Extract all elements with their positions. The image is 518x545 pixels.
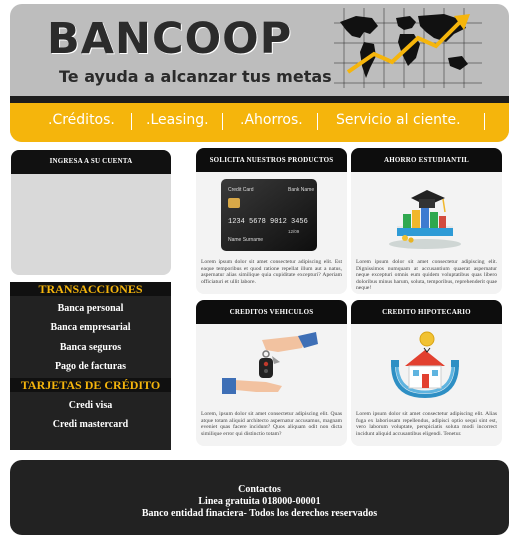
nav-separator [484,113,485,130]
nav-separator [317,113,318,130]
credit-card-icon: Credit Card Bank Name 1234 5678 9012 345… [221,179,317,251]
svg-text:1234 5678 9012 3456: 1234 5678 9012 3456 [228,218,308,226]
svg-text:12/09: 12/09 [288,229,300,234]
nav-item-leasing[interactable]: .Leasing. [146,112,209,128]
brand-logo-text[interactable]: BANCOOP [47,14,292,64]
menu-item-banca-seguros[interactable]: Banca seguros [10,342,171,353]
nav-item-ahorros[interactable]: .Ahorros. [240,112,303,128]
card-title: SOLICITA NUESTROS PRODUCTOS [196,148,347,172]
nav-separator [131,113,132,130]
menu-item-credi-mastercard[interactable]: Credi mastercard [10,419,171,430]
brand-slogan: Te ayuda a alcanzar tus metas [59,67,332,86]
card-description: Lorem ipsum dolor sit amet consectetur a… [356,411,497,437]
nav-item-creditos[interactable]: .Créditos. [48,112,115,128]
menu-title-tarjetas: TARJETAS DE CRÉDITO [10,378,171,392]
card-title: AHORRO ESTUDIANTIL [351,148,502,172]
card-description: Lorem ipsum dolor sit amet consectetur a… [356,259,497,292]
footer-phone[interactable]: Linea gratuita 018000-00001 [10,496,509,507]
header-divider [10,96,509,103]
footer-contact-title: Contactos [238,484,281,495]
footer-copyright: Banco entidad finaciera- Todos los derec… [141,508,378,519]
svg-text:Name Surname: Name Surname [228,237,263,243]
svg-text:Bank Name: Bank Name [288,187,314,193]
menu-item-pago-facturas[interactable]: Pago de facturas [10,361,171,372]
card-description: Lorem, ipsum dolor sit amet consectetur … [201,411,342,437]
card-description: Lorem ipsum dolor sit amet consectetur a… [201,259,342,285]
menu-title-transacciones: TRANSACCIONES [10,282,171,296]
menu-item-credi-visa[interactable]: Credi visa [10,400,171,411]
menu-item-banca-personal[interactable]: Banca personal [10,303,171,314]
house-coin-icon [391,331,459,399]
graduation-books-icon [389,190,461,249]
car-key-hands-icon [222,332,318,394]
login-panel-title: INGRESA A SU CUENTA [11,150,171,174]
card-title: CREDITO HIPOTECARIO [351,300,502,324]
nav-separator [222,113,223,130]
world-map-growth-icon [334,8,482,88]
nav-item-servicio[interactable]: Servicio al ciente. [336,112,461,128]
card-title: CREDITOS VEHICULOS [196,300,347,324]
svg-text:Credit Card: Credit Card [228,187,254,193]
menu-item-banca-empresarial[interactable]: Banca empresarial [10,322,171,333]
